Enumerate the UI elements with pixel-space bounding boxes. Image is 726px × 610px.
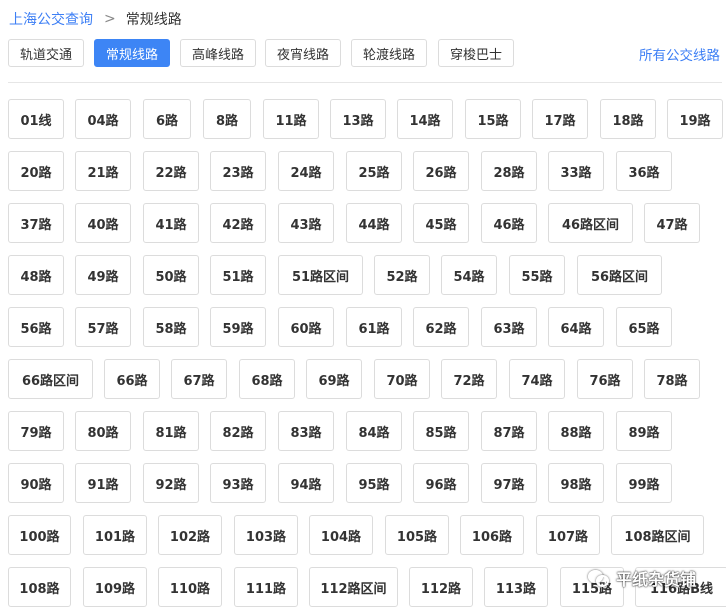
route-button[interactable]: 21路 xyxy=(75,151,131,191)
route-button[interactable]: 46路 xyxy=(481,203,537,243)
route-button[interactable]: 63路 xyxy=(481,307,537,347)
route-button[interactable]: 83路 xyxy=(278,411,334,451)
route-button[interactable]: 78路 xyxy=(644,359,700,399)
route-button[interactable]: 112路 xyxy=(409,567,473,607)
route-button[interactable]: 68路 xyxy=(239,359,295,399)
route-button[interactable]: 100路 xyxy=(8,515,71,555)
route-button[interactable]: 108路 xyxy=(8,567,71,607)
route-button[interactable]: 74路 xyxy=(509,359,565,399)
route-button[interactable]: 56路区间 xyxy=(577,255,662,295)
route-button[interactable]: 108路区间 xyxy=(611,515,704,555)
route-button[interactable]: 11路 xyxy=(263,99,319,139)
route-button[interactable]: 51路 xyxy=(210,255,266,295)
route-button[interactable]: 115路 xyxy=(560,567,624,607)
route-button[interactable]: 13路 xyxy=(330,99,386,139)
route-button[interactable]: 44路 xyxy=(346,203,402,243)
route-button[interactable]: 43路 xyxy=(278,203,334,243)
route-button[interactable]: 88路 xyxy=(548,411,604,451)
route-button[interactable]: 49路 xyxy=(75,255,131,295)
route-button[interactable]: 107路 xyxy=(536,515,600,555)
route-button[interactable]: 23路 xyxy=(210,151,266,191)
route-button[interactable]: 91路 xyxy=(75,463,131,503)
route-button[interactable]: 04路 xyxy=(75,99,131,139)
route-button[interactable]: 92路 xyxy=(143,463,199,503)
route-button[interactable]: 40路 xyxy=(75,203,131,243)
route-button[interactable]: 65路 xyxy=(616,307,672,347)
route-button[interactable]: 84路 xyxy=(346,411,402,451)
route-button[interactable]: 66路区间 xyxy=(8,359,93,399)
route-button[interactable]: 33路 xyxy=(548,151,604,191)
route-button[interactable]: 62路 xyxy=(413,307,469,347)
route-button[interactable]: 72路 xyxy=(441,359,497,399)
route-button[interactable]: 28路 xyxy=(481,151,537,191)
route-button[interactable]: 99路 xyxy=(616,463,672,503)
route-button[interactable]: 96路 xyxy=(413,463,469,503)
route-button[interactable]: 6路 xyxy=(143,99,191,139)
route-button[interactable]: 24路 xyxy=(278,151,334,191)
route-button[interactable]: 111路 xyxy=(234,567,298,607)
route-button[interactable]: 20路 xyxy=(8,151,64,191)
route-button[interactable]: 104路 xyxy=(309,515,373,555)
route-button[interactable]: 41路 xyxy=(143,203,199,243)
route-button[interactable]: 55路 xyxy=(509,255,565,295)
route-button[interactable]: 19路 xyxy=(667,99,723,139)
route-button[interactable]: 37路 xyxy=(8,203,64,243)
route-button[interactable]: 101路 xyxy=(83,515,147,555)
route-button[interactable]: 90路 xyxy=(8,463,64,503)
route-button[interactable]: 79路 xyxy=(8,411,64,451)
route-button[interactable]: 48路 xyxy=(8,255,64,295)
route-button[interactable]: 103路 xyxy=(234,515,298,555)
route-button[interactable]: 102路 xyxy=(158,515,222,555)
route-button[interactable]: 59路 xyxy=(210,307,266,347)
route-button[interactable]: 81路 xyxy=(143,411,199,451)
route-button[interactable]: 57路 xyxy=(75,307,131,347)
route-button[interactable]: 80路 xyxy=(75,411,131,451)
route-button[interactable]: 112路区间 xyxy=(309,567,398,607)
route-button[interactable]: 76路 xyxy=(577,359,633,399)
route-button[interactable]: 98路 xyxy=(548,463,604,503)
route-button[interactable]: 89路 xyxy=(616,411,672,451)
route-button[interactable]: 54路 xyxy=(441,255,497,295)
route-button[interactable]: 15路 xyxy=(465,99,521,139)
route-button[interactable]: 113路 xyxy=(484,567,548,607)
route-button[interactable]: 82路 xyxy=(210,411,266,451)
route-button[interactable]: 97路 xyxy=(481,463,537,503)
route-button[interactable]: 60路 xyxy=(278,307,334,347)
route-button[interactable]: 116路B线 xyxy=(635,567,726,607)
route-button[interactable]: 52路 xyxy=(374,255,430,295)
route-button[interactable]: 22路 xyxy=(143,151,199,191)
route-button[interactable]: 64路 xyxy=(548,307,604,347)
route-button[interactable]: 106路 xyxy=(460,515,524,555)
route-button[interactable]: 17路 xyxy=(532,99,588,139)
route-button[interactable]: 36路 xyxy=(616,151,672,191)
route-button[interactable]: 51路区间 xyxy=(278,255,363,295)
route-button[interactable]: 14路 xyxy=(397,99,453,139)
route-button[interactable]: 69路 xyxy=(306,359,362,399)
route-button[interactable]: 58路 xyxy=(143,307,199,347)
route-button[interactable]: 67路 xyxy=(171,359,227,399)
route-button[interactable]: 93路 xyxy=(210,463,266,503)
route-button[interactable]: 01线 xyxy=(8,99,64,139)
route-button[interactable]: 8路 xyxy=(203,99,251,139)
route-button[interactable]: 109路 xyxy=(83,567,147,607)
route-button[interactable]: 94路 xyxy=(278,463,334,503)
route-button[interactable]: 56路 xyxy=(8,307,64,347)
route-button[interactable]: 46路区间 xyxy=(548,203,633,243)
route-button[interactable]: 85路 xyxy=(413,411,469,451)
route-button[interactable]: 105路 xyxy=(385,515,449,555)
route-button[interactable]: 95路 xyxy=(346,463,402,503)
route-button[interactable]: 70路 xyxy=(374,359,430,399)
route-button[interactable]: 110路 xyxy=(158,567,222,607)
route-button[interactable]: 26路 xyxy=(413,151,469,191)
route-button[interactable]: 18路 xyxy=(600,99,656,139)
route-button[interactable]: 87路 xyxy=(481,411,537,451)
route-button[interactable]: 50路 xyxy=(143,255,199,295)
route-grid: 01线 04路 6路 8路 11路 13路 14路 15路 17路 18路 19路 20路 21路 22路… xyxy=(0,0,726,610)
route-button[interactable]: 61路 xyxy=(346,307,402,347)
route-button[interactable]: 25路 xyxy=(346,151,402,191)
route-button[interactable]: 45路 xyxy=(413,203,469,243)
route-button[interactable]: 66路 xyxy=(104,359,160,399)
route-button[interactable]: 42路 xyxy=(210,203,266,243)
route-button[interactable]: 47路 xyxy=(644,203,700,243)
